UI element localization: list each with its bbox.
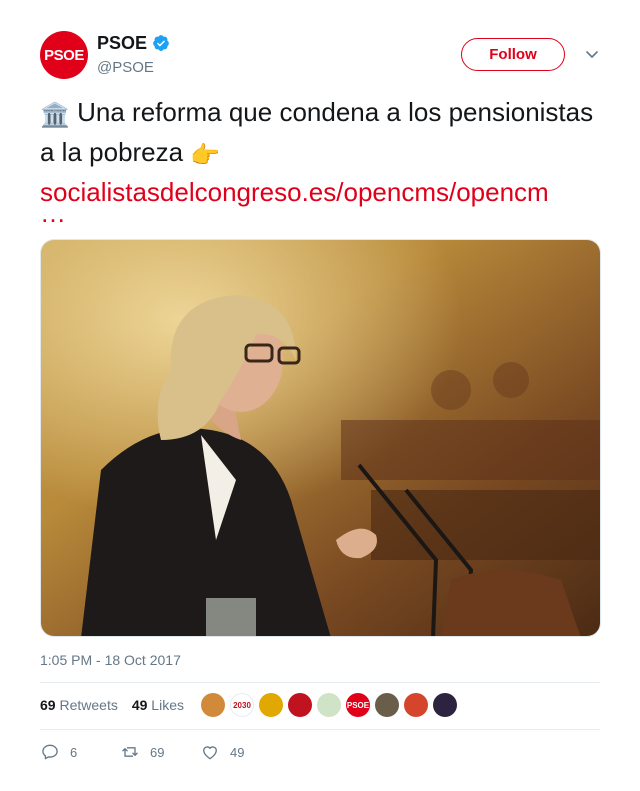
link-ellipsis[interactable]: … (40, 198, 66, 229)
liker-avatar-flag[interactable] (404, 693, 428, 717)
follow-button[interactable]: Follow (461, 38, 565, 71)
retweet-action[interactable]: 69 (120, 742, 164, 762)
liker-avatars: 2030 PSOE (201, 693, 457, 717)
tweet-link[interactable]: socialistasdelcongreso.es/opencms/opencm (40, 177, 549, 207)
heart-icon (203, 746, 217, 760)
likes-stat[interactable]: 49 Likes (132, 697, 184, 713)
liker-avatar-woman[interactable] (375, 693, 399, 717)
like-count: 49 (230, 744, 245, 760)
liker-avatar-drawing[interactable] (317, 693, 341, 717)
like-action[interactable]: 49 (200, 742, 244, 762)
chevron-down-icon[interactable] (584, 46, 600, 62)
display-name[interactable]: PSOE (97, 33, 147, 54)
reply-action[interactable]: 6 (40, 742, 77, 762)
account-avatar[interactable]: PSOE (40, 31, 88, 79)
liker-avatar-psoe[interactable]: PSOE (346, 693, 370, 717)
tweet-photo[interactable] (40, 239, 601, 637)
liker-avatar-cartoon[interactable] (259, 693, 283, 717)
liker-avatar-agenda2030[interactable]: 2030 (230, 693, 254, 717)
reply-count: 6 (70, 744, 78, 760)
liker-avatar-dark[interactable] (433, 693, 457, 717)
retweets-stat[interactable]: 69 Retweets (40, 697, 118, 713)
tweet-text: 🏛️ Una reforma que condena a los pension… (40, 94, 600, 210)
liker-avatar-red-logo[interactable] (288, 693, 312, 717)
tweet-timestamp[interactable]: 1:05 PM - 18 Oct 2017 (40, 652, 181, 668)
retweets-count: 69 (40, 697, 56, 713)
reply-icon (42, 744, 58, 760)
divider (40, 729, 600, 730)
avatar-logo-text: PSOE (44, 46, 84, 64)
account-handle[interactable]: @PSOE (97, 59, 154, 76)
retweets-label: Retweets (59, 697, 118, 713)
likes-count: 49 (131, 697, 148, 713)
retweet-count: 69 (150, 744, 165, 760)
classical-building-emoji: 🏛️ (40, 102, 70, 129)
photo-illustration (41, 240, 600, 636)
retweet-icon (122, 747, 138, 757)
liker-avatar-sunset[interactable] (201, 693, 225, 717)
engagement-stats: 69 Retweets 49 Likes (40, 697, 184, 713)
likes-label: Likes (151, 697, 184, 713)
divider (40, 682, 600, 683)
pointing-right-emoji: 👉 (190, 142, 221, 169)
tweet-body: Una reforma que condena a los pensionist… (40, 97, 594, 167)
verified-badge-icon (153, 35, 169, 51)
